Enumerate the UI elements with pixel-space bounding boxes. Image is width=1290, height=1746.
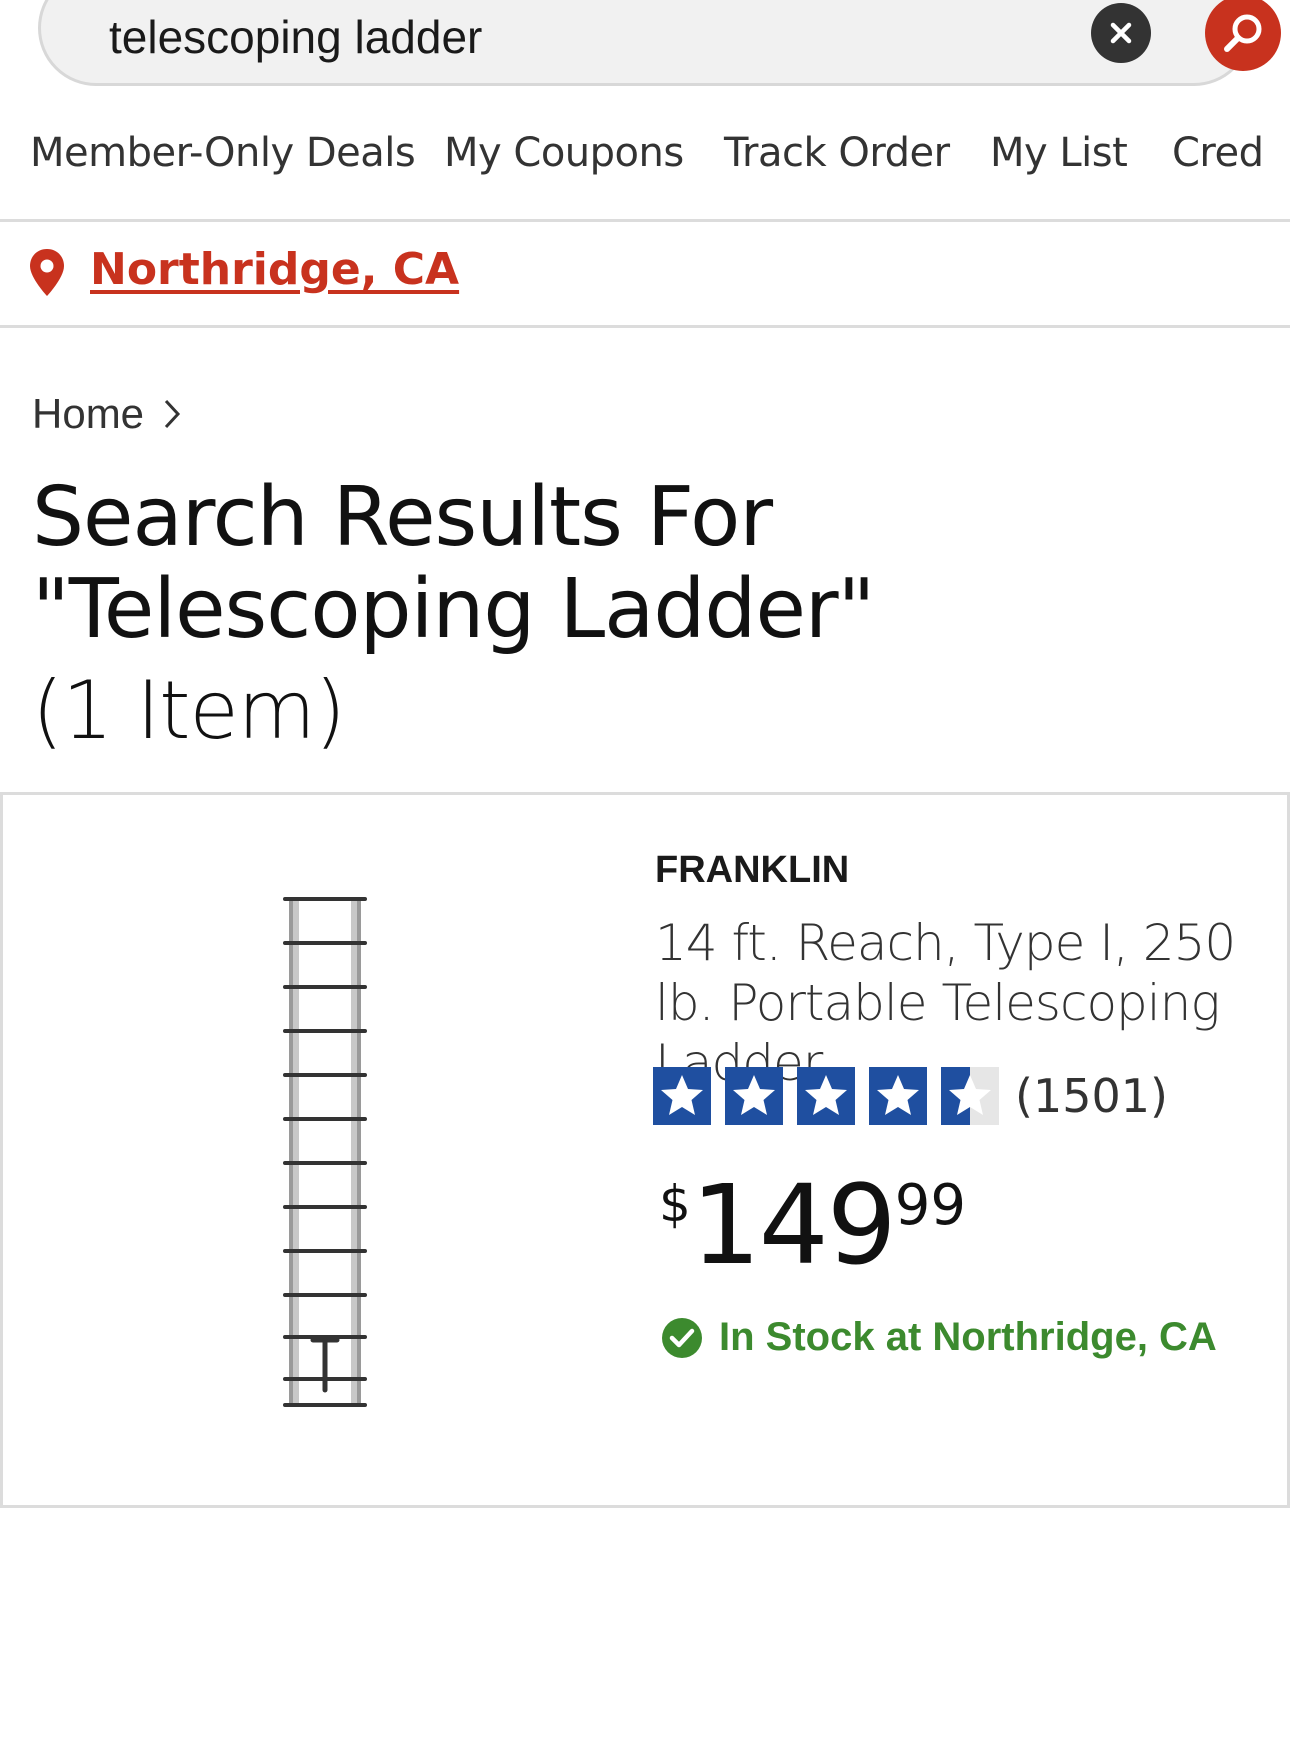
price-cents: 99 xyxy=(894,1173,967,1238)
page: telescoping ladder Member-Only Deals My … xyxy=(0,0,1290,1746)
breadcrumb: Home xyxy=(32,390,182,438)
product-price: $ 149 99 xyxy=(659,1165,966,1285)
page-title: Search Results For "Telescoping Ladder" xyxy=(32,470,875,657)
nav-my-coupons[interactable]: My Coupons xyxy=(444,130,684,176)
chevron-right-icon xyxy=(164,399,181,429)
location-pin-icon xyxy=(30,249,64,296)
clear-search-button[interactable] xyxy=(1091,3,1151,63)
search-bar[interactable]: telescoping ladder xyxy=(38,0,1281,86)
stock-status: In Stock at Northridge, CA xyxy=(661,1315,1217,1360)
nav-track-order[interactable]: Track Order xyxy=(724,130,950,176)
top-nav: Member-Only Deals My Coupons Track Order… xyxy=(0,118,1290,222)
search-icon xyxy=(1224,14,1262,52)
star-full-icon xyxy=(869,1067,927,1125)
product-image[interactable] xyxy=(263,885,383,1415)
store-location-row: Northridge, CA xyxy=(0,222,1290,328)
store-location-link[interactable]: Northridge, CA xyxy=(90,244,459,295)
close-icon xyxy=(1110,22,1132,44)
check-circle-icon xyxy=(662,1317,702,1358)
price-dollars: 149 xyxy=(690,1161,897,1289)
search-button[interactable] xyxy=(1205,0,1281,71)
stock-status-text: In Stock at Northridge, CA xyxy=(719,1315,1217,1359)
star-full-icon xyxy=(725,1067,783,1125)
star-half-icon xyxy=(941,1067,999,1125)
search-input[interactable]: telescoping ladder xyxy=(109,7,482,67)
product-rating[interactable]: (1501) xyxy=(653,1067,1168,1125)
product-brand: FRANKLIN xyxy=(655,849,850,891)
product-card[interactable]: FRANKLIN 14 ft. Reach, Type I, 250 lb. P… xyxy=(0,792,1290,1508)
result-count: (1 Item) xyxy=(32,664,346,757)
nav-member-only-deals[interactable]: Member-Only Deals xyxy=(30,130,416,176)
product-title-link[interactable]: 14 ft. Reach, Type I, 250 lb. Portable T… xyxy=(655,913,1275,1093)
star-full-icon xyxy=(797,1067,855,1125)
price-currency: $ xyxy=(659,1175,691,1233)
breadcrumb-home-link[interactable]: Home xyxy=(32,390,144,438)
star-full-icon xyxy=(653,1067,711,1125)
nav-my-list[interactable]: My List xyxy=(990,130,1128,176)
nav-credit[interactable]: Cred xyxy=(1172,130,1264,176)
review-count[interactable]: (1501) xyxy=(1015,1069,1168,1123)
